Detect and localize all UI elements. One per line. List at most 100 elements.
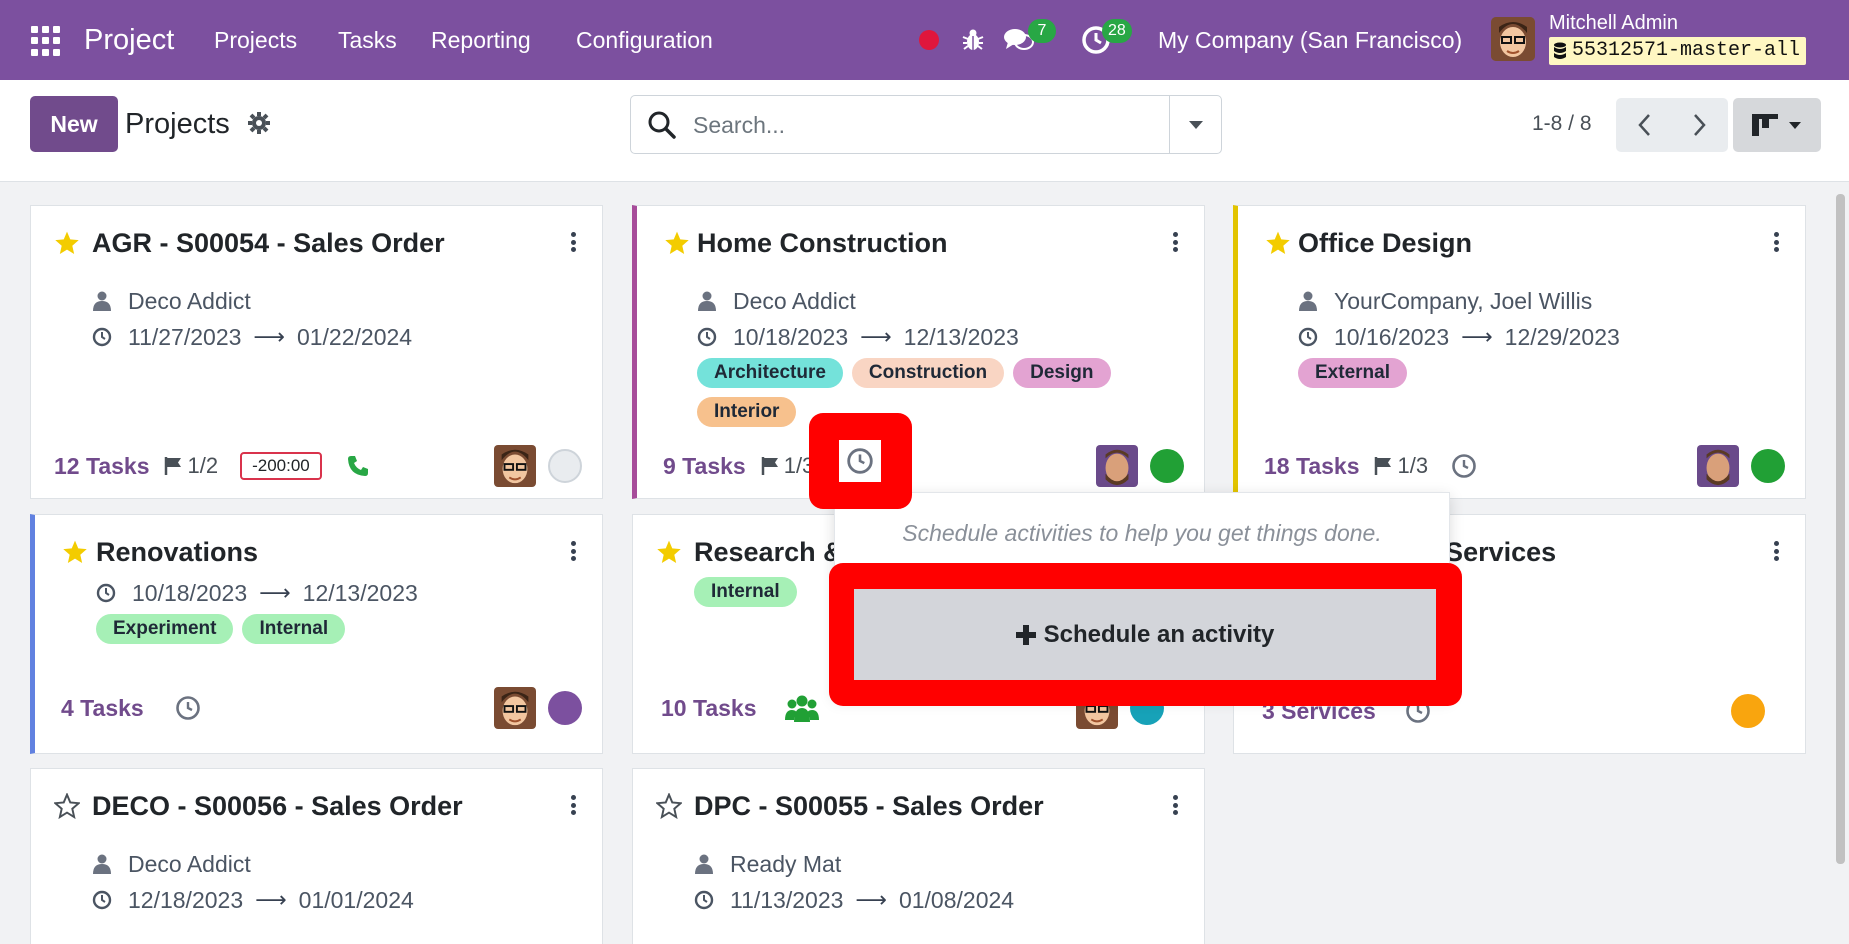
status-indicator[interactable]	[1731, 694, 1765, 728]
flag-icon	[165, 457, 182, 475]
database-badge: 55312571-master-all	[1549, 37, 1807, 65]
card-menu-icon[interactable]	[566, 791, 580, 819]
card-menu-icon[interactable]	[1769, 228, 1783, 256]
card-footer: 4 Tasks	[61, 686, 582, 730]
gear-icon[interactable]	[246, 110, 272, 136]
customer-line: Deco Addict	[697, 287, 856, 315]
milestones-value: 1/3	[1397, 453, 1429, 478]
project-title: Home Construction	[697, 228, 948, 258]
dates-line: 11/27/2023 ⟶ 01/22/2024	[92, 323, 412, 351]
clock-icon[interactable]	[174, 694, 202, 722]
new-button[interactable]: New	[30, 96, 118, 152]
project-card[interactable]: Home Construction Deco Addict 10/18/2023…	[632, 205, 1205, 499]
star-filled-icon[interactable]	[62, 539, 88, 565]
card-footer: 18 Tasks 1/3	[1264, 444, 1785, 488]
flag-icon	[1375, 457, 1392, 475]
milestones: 1/2	[163, 453, 218, 479]
pager-value[interactable]: 1-8 / 8	[1532, 110, 1592, 138]
menu-projects[interactable]: Projects	[214, 24, 297, 56]
menu-configuration[interactable]: Configuration	[576, 24, 713, 56]
arrow-right-icon: ⟶	[1461, 324, 1493, 349]
card-menu-icon[interactable]	[566, 228, 580, 256]
clock-icon	[697, 327, 717, 347]
card-menu-icon[interactable]	[1168, 228, 1182, 256]
footer-right	[494, 444, 582, 488]
tasks-link[interactable]: 12 Tasks	[54, 453, 149, 480]
status-indicator[interactable]	[1751, 449, 1785, 483]
users-icon[interactable]	[784, 694, 820, 722]
avatar[interactable]	[1697, 445, 1739, 487]
status-indicator[interactable]	[548, 691, 582, 725]
card-menu-icon[interactable]	[566, 537, 580, 565]
star-filled-icon[interactable]	[54, 230, 80, 256]
user-icon	[697, 291, 717, 311]
tasks-link[interactable]: 4 Tasks	[61, 695, 144, 722]
recording-dot-icon[interactable]	[913, 24, 945, 56]
star-filled-icon[interactable]	[656, 539, 682, 565]
project-card[interactable]: Office Design YourCompany, Joel Willis 1…	[1233, 205, 1806, 499]
date-start: 10/18/2023	[132, 580, 248, 606]
card-menu-icon[interactable]	[1168, 791, 1182, 819]
schedule-activity-button[interactable]: Schedule an activity	[854, 589, 1436, 680]
tag: Internal	[242, 614, 346, 644]
project-card[interactable]: Renovations 10/18/2023 ⟶ 12/13/2023 Expe…	[30, 514, 603, 754]
schedule-activity-label: Schedule an activity	[1043, 620, 1275, 648]
star-filled-icon[interactable]	[1265, 230, 1291, 256]
menu-reporting[interactable]: Reporting	[431, 24, 531, 56]
avatar[interactable]	[1096, 445, 1138, 487]
caret-down-icon	[1188, 120, 1203, 129]
user-name[interactable]: Mitchell Admin	[1549, 12, 1678, 34]
view-switcher-button[interactable]	[1733, 98, 1821, 152]
star-outline-icon[interactable]	[656, 793, 682, 819]
milestones: 1/3	[1373, 453, 1428, 479]
phone-icon[interactable]	[344, 452, 372, 480]
tasks-link[interactable]: 9 Tasks	[663, 453, 746, 480]
vertical-scrollbar[interactable]	[1836, 194, 1845, 864]
pager-next-button[interactable]	[1672, 98, 1728, 152]
dates-line: 12/18/2023 ⟶ 01/01/2024	[92, 886, 414, 914]
avatar[interactable]	[494, 445, 536, 487]
clock-icon	[96, 583, 116, 603]
project-card[interactable]: DPC - S00055 - Sales Order Ready Mat 11/…	[632, 768, 1205, 944]
schedule-activity-highlight: Schedule an activity	[829, 563, 1462, 706]
tasks-link[interactable]: 18 Tasks	[1264, 453, 1359, 480]
clock-icon[interactable]	[839, 440, 881, 482]
menu-tasks[interactable]: Tasks	[338, 24, 397, 56]
star-filled-icon[interactable]	[664, 230, 690, 256]
app-switcher-icon[interactable]	[31, 26, 61, 56]
tasks-link[interactable]: 10 Tasks	[661, 695, 756, 722]
customer-line: Deco Addict	[92, 850, 251, 878]
status-indicator[interactable]	[1150, 449, 1184, 483]
user-avatar[interactable]	[1491, 17, 1535, 61]
date-end: 01/01/2024	[298, 887, 414, 913]
debug-bug-icon[interactable]	[957, 24, 989, 56]
project-title: DPC - S00055 - Sales Order	[694, 791, 1044, 821]
project-title: DECO - S00056 - Sales Order	[92, 791, 463, 821]
tag: Construction	[851, 358, 1005, 388]
avatar[interactable]	[494, 687, 536, 729]
date-start: 10/16/2023	[1334, 324, 1450, 350]
milestones: 1/3	[760, 453, 814, 479]
status-indicator[interactable]	[548, 449, 582, 483]
project-card[interactable]: AGR - S00054 - Sales Order Deco Addict 1…	[30, 205, 603, 499]
search-icon	[647, 110, 677, 140]
company-switcher[interactable]: My Company (San Francisco)	[1158, 24, 1462, 56]
customer-line: Ready Mat	[694, 850, 841, 878]
project-card[interactable]: DECO - S00056 - Sales Order Deco Addict …	[30, 768, 603, 944]
clock-icon[interactable]	[1450, 452, 1478, 480]
star-outline-icon[interactable]	[54, 793, 80, 819]
date-end: 01/22/2024	[296, 324, 413, 350]
arrow-right-icon: ⟶	[860, 324, 892, 349]
customer-line: YourCompany, Joel Willis	[1298, 287, 1592, 315]
card-menu-icon[interactable]	[1769, 537, 1783, 565]
clock-icon	[92, 890, 112, 910]
search-options-toggle[interactable]	[1169, 96, 1221, 153]
pager-previous-button[interactable]	[1616, 98, 1672, 152]
date-start: 10/18/2023	[733, 324, 849, 350]
search-input[interactable]	[693, 109, 1133, 141]
arrow-right-icon: ⟶	[855, 887, 887, 912]
control-panel: New Projects 1-8 / 8	[0, 80, 1849, 182]
page-title: Projects	[125, 108, 230, 140]
app-name[interactable]: Project	[84, 20, 174, 60]
card-footer: 12 Tasks 1/2 -200:00	[54, 444, 582, 488]
